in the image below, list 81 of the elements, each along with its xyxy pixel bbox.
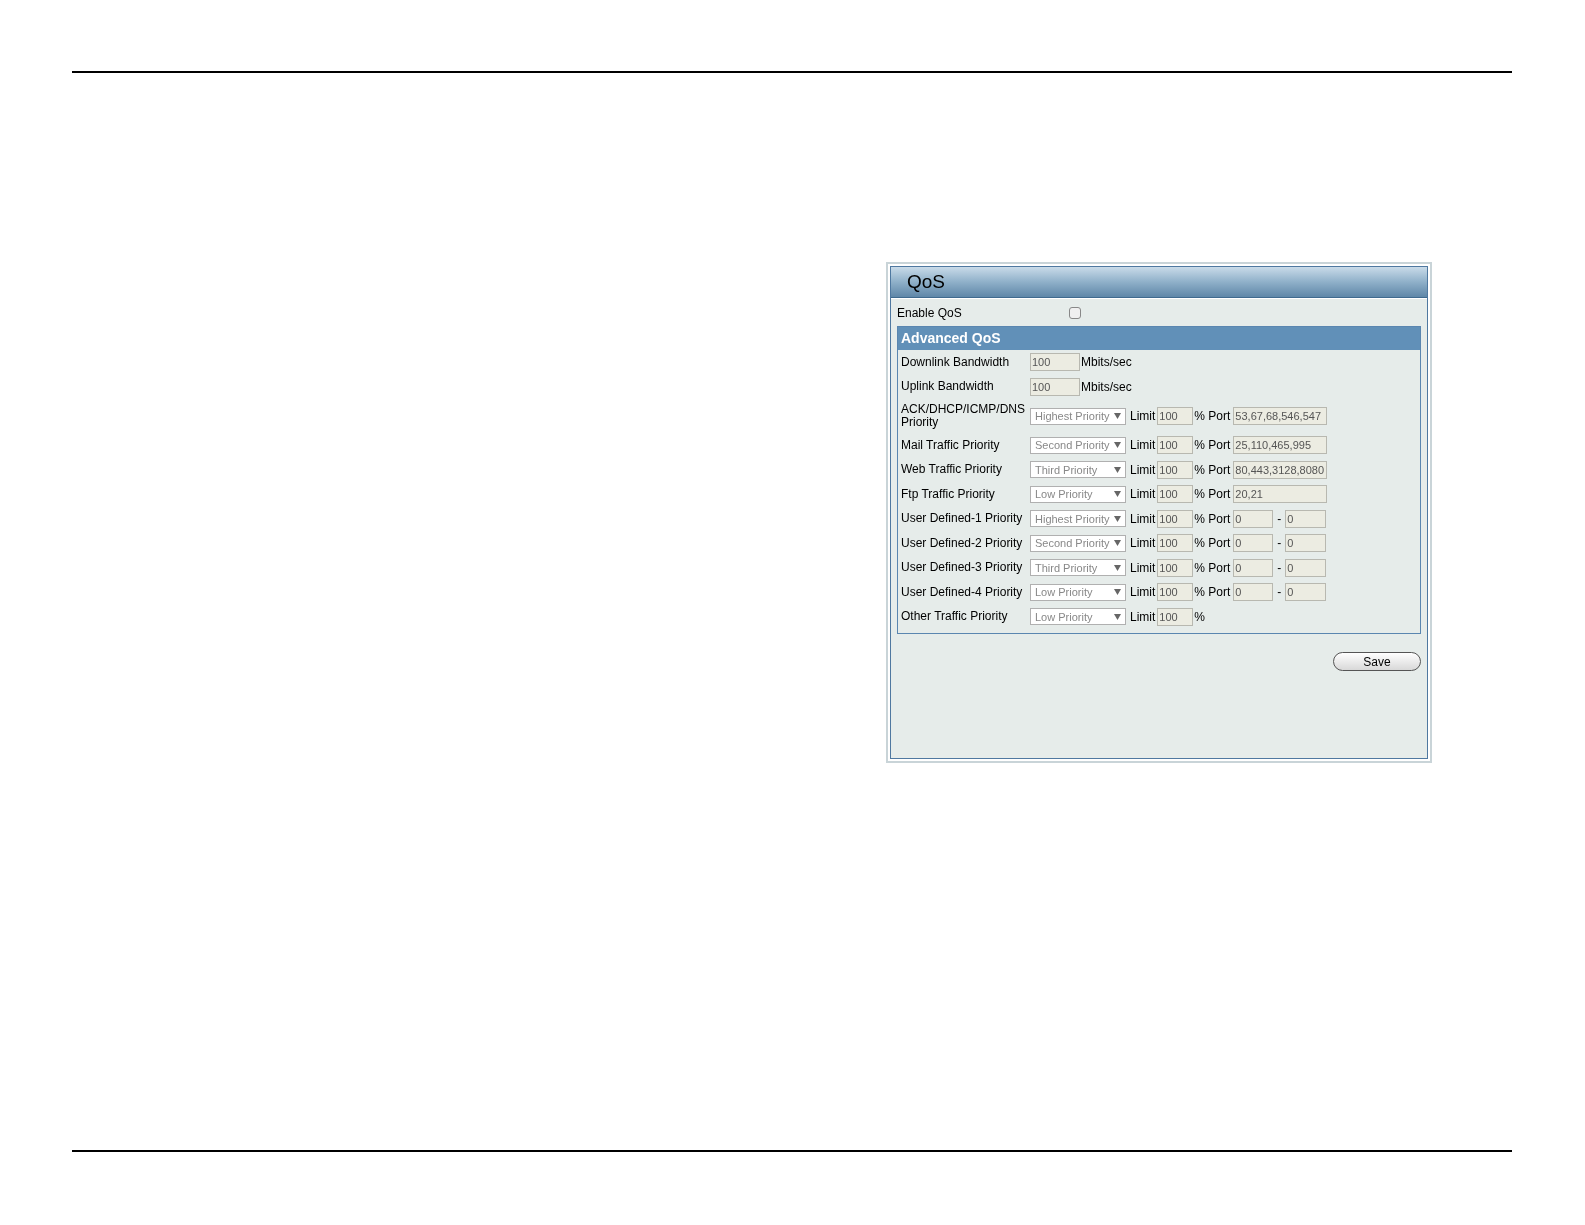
port-label: % Port <box>1194 559 1231 577</box>
priority-dropdown[interactable]: Low Priority <box>1030 485 1126 503</box>
row-label: Mail Traffic Priority <box>901 438 1001 452</box>
row-label: Downlink Bandwidth <box>901 355 1011 369</box>
port-label: % Port <box>1194 584 1231 602</box>
section-title: Advanced QoS <box>901 329 1001 348</box>
port-to-field[interactable]: 0 <box>1285 583 1327 602</box>
row-label: Ftp Traffic Priority <box>901 487 996 501</box>
caret-icon <box>1114 589 1121 596</box>
save-button[interactable]: Save <box>1333 652 1421 671</box>
limit-label: Limit <box>1130 535 1156 553</box>
row-label: User Defined-2 Priority <box>901 536 1024 550</box>
limit-field[interactable]: 100 <box>1157 407 1194 425</box>
port-label: % Port <box>1194 486 1231 504</box>
port-label: % Port <box>1194 408 1231 425</box>
caret-icon <box>1114 442 1121 449</box>
limit-label: Limit <box>1130 486 1156 504</box>
row-label: Web Traffic Priority <box>901 463 1003 477</box>
port-from-field[interactable]: 0 <box>1233 509 1274 528</box>
port-from-field[interactable]: 0 <box>1233 583 1274 602</box>
bandwidth-field[interactable]: 100 <box>1030 377 1080 396</box>
caret-icon <box>1114 613 1121 620</box>
port-label: % Port <box>1194 535 1231 553</box>
port-label: % Port <box>1194 461 1231 479</box>
caret-icon <box>1114 491 1121 498</box>
limit-field[interactable]: 100 <box>1157 436 1194 455</box>
row-label: User Defined-3 Priority <box>901 561 1024 575</box>
priority-dropdown[interactable]: Low Priority <box>1030 583 1126 601</box>
caret-icon <box>1114 466 1121 473</box>
limit-label: Limit <box>1130 408 1156 425</box>
priority-dropdown[interactable]: Highest Priority <box>1030 407 1126 425</box>
port-field[interactable]: 80,443,3128,8080 <box>1233 460 1328 479</box>
limit-field[interactable]: 100 <box>1157 558 1194 577</box>
row-label: User Defined-1 Priority <box>901 512 1024 526</box>
limit-label: Limit <box>1130 584 1156 602</box>
limit-label: Limit <box>1130 559 1156 577</box>
row-label: ACK/DHCP/ICMP/DNS Priority <box>901 403 1026 429</box>
port-to-field[interactable]: 0 <box>1285 534 1327 553</box>
port-label: % Port <box>1194 437 1231 455</box>
limit-label: Limit <box>1130 461 1156 479</box>
row-label: User Defined-4 Priority <box>901 585 1024 599</box>
port-from-field[interactable]: 0 <box>1233 534 1274 553</box>
limit-field[interactable]: 100 <box>1157 534 1194 553</box>
caret-icon <box>1114 540 1121 547</box>
port-field[interactable]: 53,67,68,546,547 <box>1233 407 1328 425</box>
port-label: % <box>1194 608 1205 626</box>
port-field[interactable]: 20,21 <box>1233 485 1328 504</box>
range-dash: - <box>1277 535 1282 553</box>
caret-icon <box>1114 413 1121 419</box>
port-to-field[interactable]: 0 <box>1285 558 1327 577</box>
range-dash: - <box>1277 510 1282 528</box>
enable-qos-label: Enable QoS <box>897 304 963 322</box>
enable-qos-checkbox[interactable] <box>1069 306 1081 319</box>
caret-icon <box>1114 564 1121 571</box>
limit-field[interactable]: 100 <box>1157 485 1194 504</box>
port-field[interactable]: 25,110,465,995 <box>1233 436 1328 455</box>
range-dash: - <box>1277 584 1282 602</box>
limit-field[interactable]: 100 <box>1157 460 1194 479</box>
port-label: % Port <box>1194 510 1231 528</box>
limit-field[interactable]: 100 <box>1157 509 1194 528</box>
priority-dropdown[interactable]: Third Priority <box>1030 461 1126 479</box>
row-label: Uplink Bandwidth <box>901 380 995 394</box>
limit-field[interactable]: 100 <box>1157 607 1194 626</box>
priority-dropdown[interactable]: Second Priority <box>1030 436 1126 454</box>
priority-dropdown[interactable]: Low Priority <box>1030 608 1126 626</box>
priority-dropdown[interactable]: Third Priority <box>1030 559 1126 577</box>
panel-title: QoS <box>907 269 946 294</box>
unit-label: Mbits/sec <box>1081 378 1132 396</box>
limit-label: Limit <box>1130 608 1156 626</box>
limit-label: Limit <box>1130 437 1156 455</box>
row-label: Other Traffic Priority <box>901 610 1009 624</box>
caret-icon <box>1114 515 1121 522</box>
range-dash: - <box>1277 559 1282 577</box>
port-from-field[interactable]: 0 <box>1233 558 1274 577</box>
priority-dropdown[interactable]: Second Priority <box>1030 534 1126 552</box>
limit-label: Limit <box>1130 510 1156 528</box>
limit-field[interactable]: 100 <box>1157 583 1194 602</box>
port-to-field[interactable]: 0 <box>1285 509 1327 528</box>
bandwidth-field[interactable]: 100 <box>1030 353 1080 372</box>
unit-label: Mbits/sec <box>1081 354 1132 372</box>
priority-dropdown[interactable]: Highest Priority <box>1030 510 1126 528</box>
